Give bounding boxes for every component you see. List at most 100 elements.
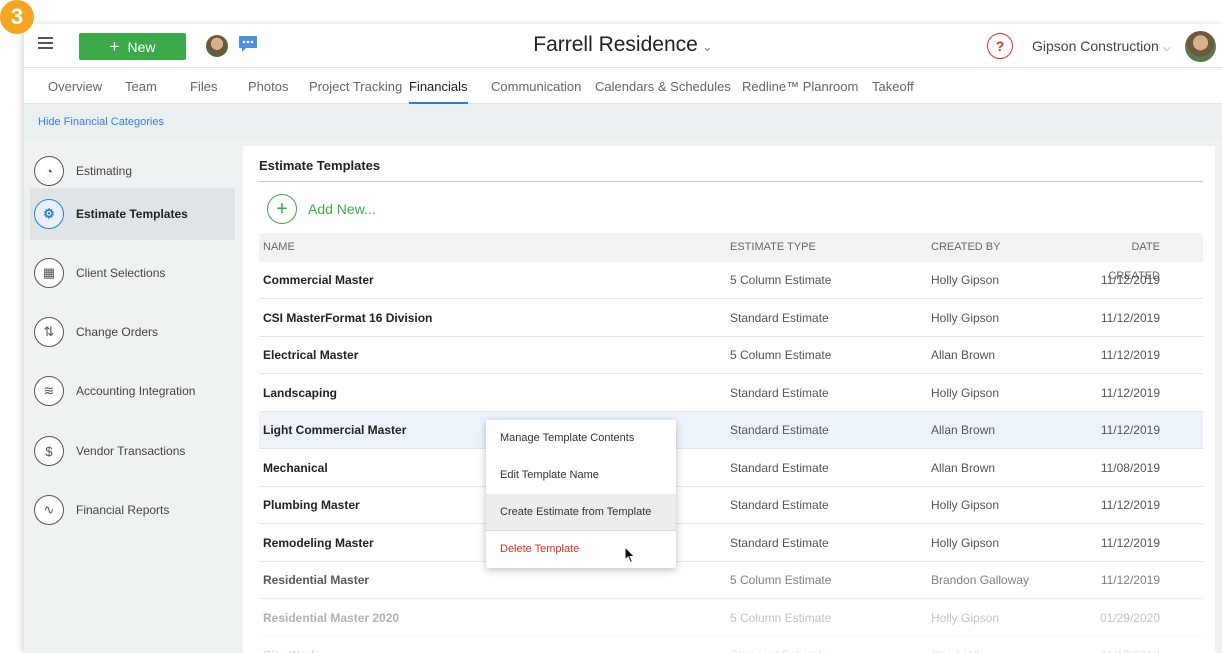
hamburger-menu-icon[interactable] (38, 37, 53, 50)
sidebar-item-label: Client Selections (76, 266, 166, 280)
add-new-button[interactable]: + Add New... (267, 194, 376, 224)
table-row[interactable]: CSI MasterFormat 16 Division Standard Es… (259, 300, 1203, 337)
sidebar-item-vendor-transactions[interactable]: $ Vendor Transactions (30, 425, 235, 477)
menu-item-delete-template[interactable]: Delete Template (486, 531, 676, 568)
template-name: Electrical Master (263, 348, 359, 362)
created-by: Allan Brown (931, 423, 996, 437)
chevron-down-icon: ⌵ (1162, 43, 1171, 54)
user-avatar[interactable] (1185, 31, 1216, 62)
new-button[interactable]: + New (79, 33, 186, 60)
sidebar-item-label: Change Orders (76, 325, 159, 339)
date-created: 11/08/2019 (1100, 461, 1160, 475)
date-created: 11/12/2019 (1100, 273, 1160, 287)
project-nav: Overview Team Files Photos Project Track… (24, 68, 1222, 104)
pie-chart-icon: ◔ (34, 156, 64, 186)
date-created: 11/12/2019 (1100, 573, 1160, 587)
section-title: Estimate Templates (259, 158, 381, 173)
invoice-icon: $ (34, 436, 64, 466)
project-title-text[interactable]: Farrell Residence (533, 33, 698, 56)
table-row-selected[interactable]: Light Commercial Master Standard Estimat… (259, 412, 1203, 449)
created-by: Allan Brown (931, 461, 996, 475)
financial-subbar: Hide Financial Categories (24, 104, 1222, 139)
new-button-label: New (127, 38, 156, 55)
template-name: Remodeling Master (263, 536, 374, 550)
date-created: 11/12/2019 (1100, 536, 1160, 550)
change-arrows-icon: ⇅ (34, 317, 64, 347)
tab-takeoff[interactable]: Takeoff (872, 79, 914, 104)
table-row[interactable]: Residential Master 5 Column Estimate Bra… (259, 562, 1203, 599)
table-row[interactable]: Commercial Master 5 Column Estimate Holl… (259, 262, 1203, 299)
date-created: 11/12/2019 (1100, 498, 1160, 512)
created-by: Holly Gipson (931, 273, 1000, 287)
sidebar-item-label: Accounting Integration (76, 384, 196, 398)
section-divider (259, 181, 1203, 182)
table-row[interactable]: Site Work Standard Estimate Chad Hill 11… (259, 637, 1203, 653)
table-row[interactable]: Landscaping Standard Estimate Holly Gips… (259, 375, 1203, 412)
user-avatar-small[interactable] (206, 35, 228, 57)
estimate-type: Standard Estimate (730, 423, 829, 437)
created-by: Holly Gipson (931, 536, 1000, 550)
date-created: 01/29/2020 (1099, 611, 1160, 625)
column-header-name[interactable]: NAME (263, 233, 295, 262)
template-name: Light Commercial Master (263, 423, 407, 437)
table-row[interactable]: Plumbing Master Standard Estimate Holly … (259, 487, 1203, 524)
tab-financials[interactable]: Financials (409, 79, 468, 104)
sidebar-item-change-orders[interactable]: ⇅ Change Orders (30, 306, 235, 358)
tab-files[interactable]: Files (190, 79, 217, 104)
estimate-type: 5 Column Estimate (730, 573, 832, 587)
menu-item-edit-template-name[interactable]: Edit Template Name (486, 457, 676, 494)
created-by: Holly Gipson (931, 386, 1000, 400)
sidebar-item-estimate-templates[interactable]: ⚙ Estimate Templates (30, 188, 235, 240)
created-by: Allan Brown (931, 348, 996, 362)
tab-team[interactable]: Team (125, 79, 157, 104)
financial-sidebar: ◔ Estimating ⚙ Estimate Templates ▦ Clie… (24, 139, 235, 653)
plus-icon: + (109, 37, 120, 56)
estimate-type: 5 Column Estimate (730, 348, 832, 362)
table-row[interactable]: Residential Master 2020 5 Column Estimat… (259, 600, 1203, 637)
template-gear-icon: ⚙ (34, 199, 64, 229)
tab-photos[interactable]: Photos (248, 79, 288, 104)
content-area: ◔ Estimating ⚙ Estimate Templates ▦ Clie… (24, 139, 1222, 653)
selections-icon: ▦ (34, 258, 64, 288)
menu-item-create-estimate-from-template[interactable]: Create Estimate from Template (486, 494, 676, 531)
tab-overview[interactable]: Overview (48, 79, 102, 104)
created-by: Brandon Galloway (931, 573, 1030, 587)
chat-icon[interactable] (238, 35, 258, 53)
company-selector[interactable]: Gipson Construction ⌵ (1032, 38, 1170, 54)
created-by: Holly Gipson (931, 498, 1000, 512)
created-by: Holly Gipson (931, 611, 1000, 625)
template-name: Residential Master (263, 573, 370, 587)
table-row[interactable]: Remodeling Master Standard Estimate Holl… (259, 525, 1203, 562)
sidebar-item-financial-reports[interactable]: ∿ Financial Reports (30, 484, 235, 536)
tab-project-tracking[interactable]: Project Tracking (309, 79, 402, 104)
table-row[interactable]: Mechanical Standard Estimate Allan Brown… (259, 450, 1203, 487)
created-by: Chad Hill (931, 637, 980, 653)
tab-calendars-schedules[interactable]: Calendars & Schedules (595, 79, 731, 104)
top-bar: + New Farrell Residence ⌄ ? Gipson Constru… (24, 24, 1222, 68)
sidebar-item-label: Estimating (76, 164, 133, 178)
estimate-type: Standard Estimate (730, 311, 829, 325)
column-header-estimate-type[interactable]: ESTIMATE TYPE (730, 233, 816, 262)
tab-redline-planroom[interactable]: Redline™ Planroom (742, 79, 858, 104)
template-name: Landscaping (263, 386, 338, 400)
menu-item-manage-template-contents[interactable]: Manage Template Contents (486, 420, 676, 457)
plus-circle-icon: + (267, 194, 297, 224)
sidebar-item-label: Vendor Transactions (76, 444, 186, 458)
tab-communication[interactable]: Communication (491, 79, 581, 104)
estimate-type: Standard Estimate (730, 498, 829, 512)
trend-line-icon: ∿ (34, 495, 64, 525)
sidebar-item-accounting-integration[interactable]: ≋ Accounting Integration (30, 365, 235, 417)
step-number-badge: 3 (0, 0, 34, 34)
hide-financial-categories-link[interactable]: Hide Financial Categories (38, 116, 164, 128)
chevron-down-icon[interactable]: ⌄ (702, 39, 713, 54)
sidebar-item-label: Financial Reports (76, 503, 170, 517)
template-name: Site Work (263, 637, 318, 653)
app-window: + New Farrell Residence ⌄ ? Gipson Constru… (24, 24, 1222, 653)
help-icon[interactable]: ? (987, 33, 1013, 59)
sidebar-item-client-selections[interactable]: ▦ Client Selections (30, 247, 235, 299)
table-row[interactable]: Electrical Master 5 Column Estimate Alla… (259, 337, 1203, 374)
column-header-created-by[interactable]: CREATED BY (931, 233, 1000, 262)
template-name: CSI MasterFormat 16 Division (263, 311, 433, 325)
estimate-type: Standard Estimate (730, 386, 829, 400)
estimate-type: 5 Column Estimate (730, 273, 832, 287)
